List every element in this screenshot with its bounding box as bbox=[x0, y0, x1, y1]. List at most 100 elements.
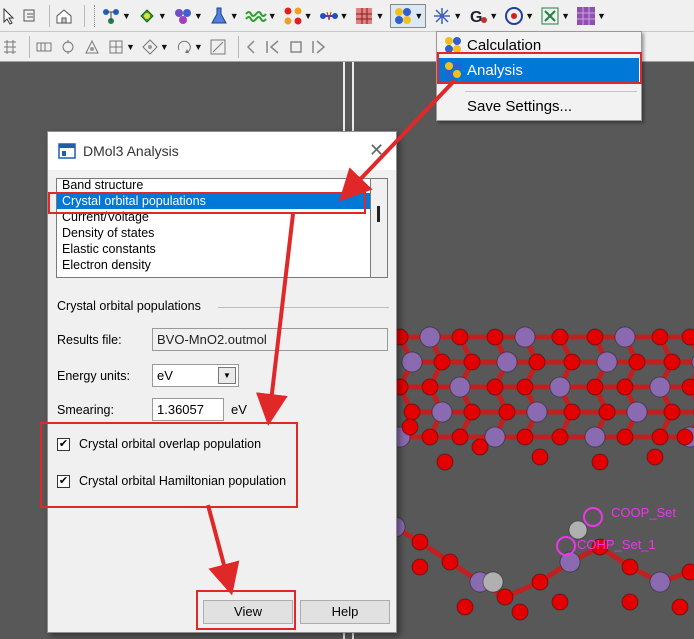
oxygen-atom bbox=[516, 378, 534, 396]
menu-item-label: Calculation bbox=[467, 36, 542, 54]
bond-icon[interactable]: ▼ bbox=[101, 4, 131, 28]
oxygen-atom bbox=[496, 588, 514, 606]
metal-atom bbox=[614, 326, 636, 348]
oxygen-atom bbox=[498, 403, 516, 421]
oxygen-atom bbox=[486, 378, 504, 396]
svg-text:G: G bbox=[470, 9, 482, 26]
oxygen-atom bbox=[628, 353, 646, 371]
metal-atom bbox=[496, 351, 518, 373]
oxygen-atom bbox=[531, 448, 549, 466]
metal-atom bbox=[626, 401, 648, 423]
crystal-icon[interactable]: ▼ bbox=[283, 4, 313, 28]
metal-atom bbox=[449, 376, 471, 398]
chevron-down-icon[interactable]: ▼ bbox=[218, 367, 236, 384]
arrows-icon[interactable]: ▼ bbox=[432, 4, 462, 28]
transition-icon[interactable]: ▼ bbox=[319, 4, 348, 28]
home-icon[interactable] bbox=[55, 4, 73, 28]
target-icon[interactable]: ▼ bbox=[504, 4, 534, 28]
annotation-box-view-button bbox=[196, 590, 296, 630]
list-item[interactable]: Density of states bbox=[57, 225, 370, 241]
oxygen-atom bbox=[411, 558, 429, 576]
results-file-field[interactable]: BVO-MnO2.outmol bbox=[152, 328, 388, 351]
oxygen-atom bbox=[471, 438, 489, 456]
hydrogen-icon[interactable] bbox=[59, 35, 77, 59]
play-icon[interactable] bbox=[310, 35, 328, 59]
texture-icon[interactable]: ▼ bbox=[576, 4, 606, 28]
oxygen-atom bbox=[621, 593, 639, 611]
measure-icon[interactable] bbox=[209, 35, 227, 59]
oxygen-atom bbox=[563, 353, 581, 371]
toolbar-separator bbox=[49, 4, 50, 27]
oxygen-atom bbox=[551, 428, 569, 446]
wave-icon[interactable]: ▼ bbox=[244, 4, 277, 28]
toolbar-separator bbox=[237, 35, 239, 58]
oxygen-atom bbox=[551, 593, 569, 611]
step-back-icon[interactable] bbox=[244, 35, 258, 59]
energy-units-select[interactable]: eV ▼ bbox=[152, 364, 239, 387]
metal-atom bbox=[431, 401, 453, 423]
pointer-tool-icon[interactable] bbox=[2, 4, 16, 28]
close-icon[interactable]: ✕ bbox=[369, 140, 384, 161]
list-scrollbar[interactable] bbox=[371, 178, 388, 278]
oxygen-atom bbox=[463, 403, 481, 421]
matrix-icon[interactable]: ▼ bbox=[540, 4, 570, 28]
select-tool-icon[interactable] bbox=[22, 4, 38, 28]
oxygen-atom bbox=[681, 378, 694, 396]
stop-icon[interactable] bbox=[288, 35, 304, 59]
list-item[interactable]: Electron density bbox=[57, 257, 370, 273]
cluster-icon[interactable]: ▼ bbox=[173, 4, 203, 28]
dialog-titlebar[interactable]: DMol3 Analysis ✕ bbox=[48, 132, 396, 170]
list-item[interactable]: Band structure bbox=[57, 179, 370, 193]
rotate-icon[interactable]: ▼ bbox=[175, 35, 203, 59]
cohp-set-label: COHP_Set_1 bbox=[577, 537, 656, 552]
oxygen-atom bbox=[516, 428, 534, 446]
oxygen-atom bbox=[586, 378, 604, 396]
metal-atom bbox=[514, 326, 536, 348]
cell-icon[interactable] bbox=[35, 35, 53, 59]
metal-atom bbox=[526, 401, 548, 423]
rewind-icon[interactable] bbox=[264, 35, 282, 59]
oxygen-atom bbox=[401, 418, 419, 436]
g-icon[interactable]: G ▼ bbox=[468, 4, 498, 28]
menu-item-save-settings[interactable]: Save Settings... bbox=[439, 94, 639, 118]
oxygen-atom bbox=[616, 428, 634, 446]
oxygen-atom bbox=[598, 403, 616, 421]
help-button[interactable]: Help bbox=[300, 600, 390, 624]
energy-units-label: Energy units: bbox=[57, 369, 130, 383]
list-item[interactable]: Elastic constants bbox=[57, 241, 370, 257]
scrollbar-thumb[interactable] bbox=[377, 206, 380, 222]
clean-icon[interactable] bbox=[83, 35, 101, 59]
flask-icon[interactable]: ▼ bbox=[209, 4, 239, 28]
oxygen-atom bbox=[586, 328, 604, 346]
oxygen-atom bbox=[551, 328, 569, 346]
metal-atom bbox=[549, 376, 571, 398]
oxygen-atom bbox=[436, 453, 454, 471]
grid-icon[interactable]: ▼ bbox=[354, 4, 384, 28]
lattice-icon[interactable] bbox=[2, 35, 18, 59]
oxygen-atom bbox=[411, 533, 429, 551]
menu-separator bbox=[465, 91, 637, 92]
smearing-unit: eV bbox=[231, 402, 247, 417]
oxygen-atom bbox=[563, 403, 581, 421]
selection-marker bbox=[583, 507, 603, 527]
oxygen-atom bbox=[531, 573, 549, 591]
oxygen-atom bbox=[646, 448, 664, 466]
oxygen-atom bbox=[456, 598, 474, 616]
oxygen-atom bbox=[616, 378, 634, 396]
module-icon[interactable]: ▼ bbox=[390, 3, 427, 28]
oxygen-atom bbox=[421, 428, 439, 446]
oxygen-atom bbox=[486, 328, 504, 346]
oxygen-atom bbox=[451, 428, 469, 446]
annotation-box-analysis bbox=[437, 52, 642, 84]
symmetry-icon[interactable]: ▼ bbox=[141, 35, 169, 59]
metal-atom bbox=[649, 376, 671, 398]
oxygen-atom bbox=[663, 403, 681, 421]
toolbar-grip[interactable] bbox=[94, 4, 97, 27]
smearing-input[interactable]: 1.36057 bbox=[152, 398, 224, 421]
group-divider bbox=[218, 307, 389, 308]
build-icon[interactable]: ▼ bbox=[107, 35, 135, 59]
oxygen-atom bbox=[451, 328, 469, 346]
oxygen-atom bbox=[651, 428, 669, 446]
menu-item-label: Save Settings... bbox=[467, 97, 573, 115]
fragment-icon[interactable]: ▼ bbox=[137, 4, 167, 28]
